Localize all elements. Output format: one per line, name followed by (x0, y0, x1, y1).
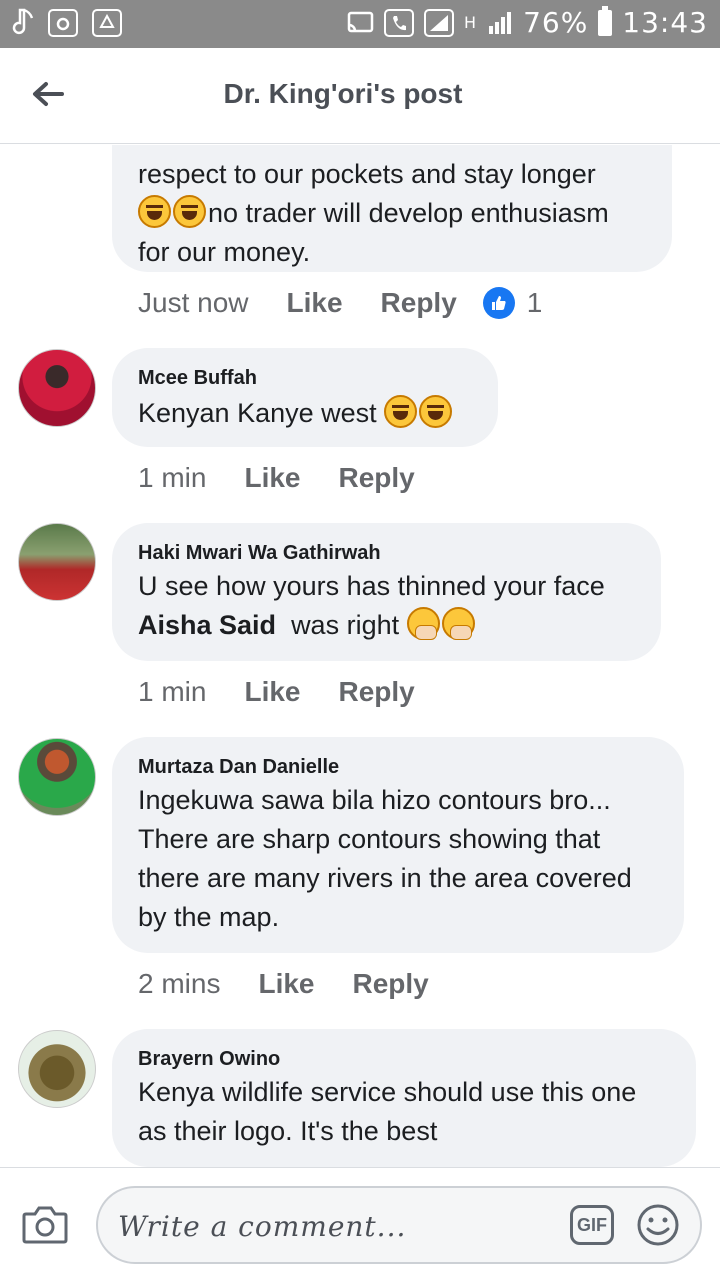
comment-bubble: Haki Mwari Wa Gathirwah U see how yours … (112, 523, 661, 661)
comment-text: respect to our pockets and stay longer n… (138, 155, 646, 272)
emoji-button[interactable] (636, 1203, 680, 1247)
comment-text: Kenyan Kanye west (138, 394, 472, 433)
comment-bubble: Brayern Owino Kenya wildlife service sho… (112, 1029, 696, 1167)
signal-icon (424, 8, 455, 37)
comment-text-line: Ingekuwa sawa bila hizo contours bro... (138, 785, 611, 815)
comment-time: 1 min (138, 676, 207, 707)
reply-button[interactable]: Reply (381, 287, 457, 319)
comment-author[interactable]: Murtaza Dan Danielle (138, 755, 658, 779)
comment-text-line: respect to our pockets and stay longer (138, 159, 596, 189)
music-note-icon (10, 8, 34, 38)
camera-button[interactable] (22, 1204, 68, 1250)
page-title: Dr. King'ori's post (223, 78, 463, 109)
comment-text-line: there are many rivers in the area covere… (138, 863, 632, 893)
like-button[interactable]: Like (258, 968, 314, 1000)
avatar[interactable] (18, 523, 96, 601)
battery-percent: 76% (523, 6, 589, 39)
comment-text: Ingekuwa sawa bila hizo contours bro... … (138, 781, 658, 937)
rolling-laughing-emoji-icon (419, 395, 453, 428)
comment-time: 2 mins (138, 968, 221, 999)
signal-strength-icon (487, 10, 513, 36)
tears-of-joy-emoji-icon (173, 195, 206, 228)
camera-status-icon (48, 9, 78, 37)
comment-author[interactable]: Brayern Owino (138, 1047, 670, 1071)
like-button[interactable]: Like (287, 287, 343, 319)
comment-text-line: U see how yours has thinned your face (138, 571, 605, 601)
comment-actions: 1 min Like Reply (138, 462, 415, 494)
like-button[interactable]: Like (244, 462, 300, 494)
smiley-icon (637, 1204, 679, 1246)
reply-button[interactable]: Reply (353, 968, 429, 1000)
phone-icon (384, 8, 415, 37)
comment-bubble: Murtaza Dan Danielle Ingekuwa sawa bila … (112, 737, 684, 953)
comment-author[interactable]: Mcee Buffah (138, 366, 472, 390)
comment-author[interactable]: Haki Mwari Wa Gathirwah (138, 541, 635, 565)
reaction-count[interactable]: 1 (527, 287, 543, 319)
comment-bubble: Mcee Buffah Kenyan Kanye west (112, 348, 498, 447)
rolling-laughing-emoji-icon (384, 395, 418, 428)
comment-actions: 2 mins Like Reply (138, 968, 429, 1000)
comment-text: Kenya wildlife service should use this o… (138, 1073, 670, 1151)
avatar[interactable] (18, 1030, 96, 1108)
tears-of-joy-emoji-icon (138, 195, 171, 228)
recycle-icon (92, 9, 122, 37)
comment-text-line: no trader will develop enthusiasm (138, 194, 646, 233)
mention-link[interactable]: Aisha Said (138, 610, 276, 640)
comment-text-line: for our money. (138, 237, 311, 267)
thumbs-up-icon (482, 287, 515, 319)
status-bar-right: H 76% 13:43 (346, 5, 708, 39)
comment-text-line: Kenya wildlife service should use this o… (138, 1077, 637, 1107)
comment-text-line: as their logo. It's the best (138, 1116, 438, 1146)
comment-input[interactable] (118, 1210, 538, 1243)
comment-text: U see how yours has thinned your face Ai… (138, 567, 635, 645)
comment-time: 1 min (138, 462, 207, 493)
comment-bubble: respect to our pockets and stay longer n… (112, 145, 672, 272)
battery-icon (598, 5, 613, 36)
status-bar-left (10, 8, 122, 38)
hand-over-mouth-emoji-icon (406, 607, 440, 640)
comment-text-line: Aisha Said was right (138, 606, 635, 645)
comment-actions: 1 min Like Reply (138, 676, 415, 708)
avatar[interactable] (18, 738, 96, 816)
cast-icon (346, 11, 374, 35)
avatar[interactable] (18, 349, 96, 427)
clock: 13:43 (622, 6, 708, 39)
gif-button[interactable]: GIF (570, 1205, 614, 1245)
reply-button[interactable]: Reply (339, 462, 415, 494)
comment-time: Just now (138, 287, 249, 318)
hand-over-mouth-emoji-icon (441, 607, 475, 640)
comment-actions: Just now Like Reply 1 (138, 287, 542, 319)
comments-feed[interactable]: respect to our pockets and stay longer n… (0, 145, 720, 1167)
comment-composer: GIF (0, 1167, 720, 1280)
network-type: H (464, 13, 478, 32)
reply-button[interactable]: Reply (339, 676, 415, 708)
like-button[interactable]: Like (244, 676, 300, 708)
app-header: Dr. King'ori's post (0, 48, 720, 144)
camera-icon (22, 1206, 68, 1244)
comment-text-line: There are sharp contours showing that (138, 824, 601, 854)
status-bar: H 76% 13:43 (0, 0, 720, 48)
comment-box[interactable]: GIF (96, 1186, 702, 1264)
comment-text-line: by the map. (138, 902, 280, 932)
